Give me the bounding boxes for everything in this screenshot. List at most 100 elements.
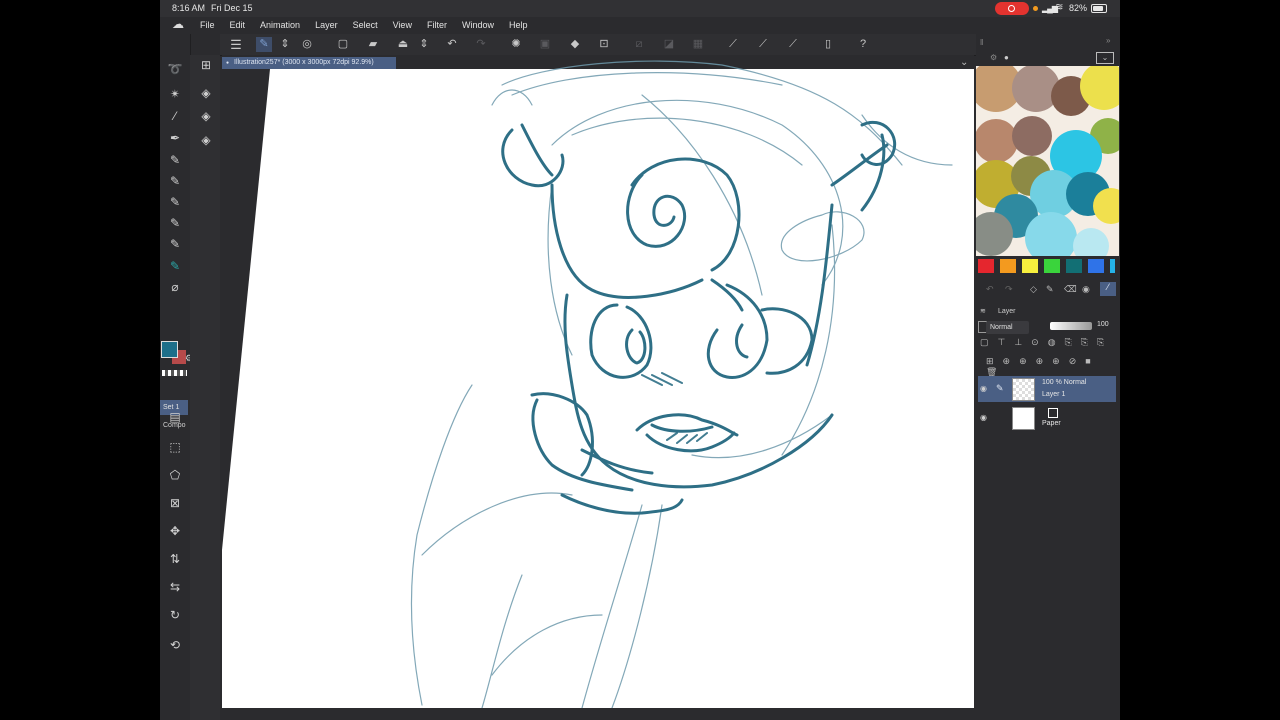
layer-panel-header: ≋ Layer [978,306,1058,318]
sub-tool-list-icon[interactable]: ▤ [166,409,184,425]
fill-bucket-alt-icon[interactable]: ◈ [198,108,214,124]
reset-rotation-icon[interactable]: ⟲ [166,637,184,653]
flip-horizontal-icon[interactable]: ⇆ [166,579,184,595]
opacity-value[interactable]: 100 [1097,321,1109,328]
fill-bucket-icon[interactable]: ◈ [198,85,214,101]
battery-icon [1091,4,1107,13]
blend-mode-select[interactable]: Normal [986,321,1029,334]
lasso-tool-icon[interactable]: ➰ [166,61,184,77]
loading-icon[interactable]: ✺ [508,37,524,52]
eraser-color-icon[interactable]: ⌫ [1064,284,1077,295]
layer-panel-label[interactable]: Layer [998,308,1016,315]
layer-action-icons[interactable]: ⊞⊕⊕⊕⊕⊘■🗑 [986,356,1120,378]
menu-help[interactable]: Help [509,17,528,34]
grid-snap-icon[interactable]: ⟋ [785,37,801,52]
flip-vertical-icon[interactable]: ⇅ [166,551,184,567]
document-tab[interactable]: Illustration257* (3000 x 3000px 72dpi 92… [222,57,396,69]
status-date: Fri Dec 15 [211,3,253,13]
redo-color-icon[interactable]: ↷ [1005,284,1013,295]
stepper-icon[interactable]: ⇕ [277,37,293,52]
ruler-snap-icon[interactable]: ⟋ [725,37,741,52]
brush-tool-icon[interactable]: ✎ [166,173,184,189]
eye-icon[interactable]: ◉ [980,413,987,422]
panel-menu-icon[interactable]: ⌄ [1096,52,1114,64]
invert-selection-icon[interactable]: ◪ [661,37,677,52]
gallery-icon[interactable]: ◎ [299,37,315,52]
undo-color-icon[interactable]: ↶ [986,284,994,295]
menu-animation[interactable]: Animation [260,17,300,34]
eraser-tool-icon[interactable]: ⌀ [166,279,184,295]
chevron-down-icon[interactable]: ⌄ [960,57,968,68]
fill-bucket-close-icon[interactable]: ◈ [198,132,214,148]
eyedropper-tool-icon[interactable]: ⁄ [166,108,184,124]
canvas-area[interactable] [222,55,974,708]
palette-swatch-cyan[interactable] [1110,259,1115,273]
opacity-slider[interactable] [1050,322,1092,330]
pen-lock-icon[interactable]: ✎ [996,383,1004,394]
sub-tool-bar: ⊞ ◈ ◈ ◈ [190,55,220,720]
main-color-swatch[interactable] [161,341,178,358]
pen-tool-icon[interactable]: ✒ [166,130,184,146]
color-mixing-tab-icon[interactable]: ● [1004,53,1009,62]
palette-swatch-blue[interactable] [1088,259,1104,273]
layer-row-layer-1[interactable]: ◉ ✎ 100 % Normal Layer 1 [978,376,1116,402]
layer-row-paper[interactable]: ◉ Paper [978,405,1116,431]
transform-icon[interactable]: ⊡ [596,37,612,52]
brush-color-icon[interactable]: ✎ [1046,284,1054,295]
undo-icon[interactable]: ↶ [444,37,460,52]
palette-swatch-yellow[interactable] [1022,259,1038,273]
color-mixing-canvas[interactable] [976,66,1119,256]
device-icon[interactable]: ▯ [820,37,836,52]
app-logo-icon[interactable]: ☁ [172,18,185,31]
palette-swatch-green[interactable] [1044,259,1060,273]
grid-icon[interactable]: ⊠ [166,495,184,511]
collapse-panel-icon[interactable]: » [1106,36,1110,45]
pencil-tool-icon[interactable]: ✎ [166,152,184,168]
palette-swatch-orange[interactable] [1000,259,1016,273]
menu-select[interactable]: Select [353,17,378,34]
drawing-canvas[interactable] [222,55,974,708]
eye-icon[interactable]: ◉ [980,384,987,393]
move-icon[interactable]: ✥ [166,523,184,539]
fill-color-icon[interactable]: ◇ [1030,284,1037,295]
palette-swatch-red[interactable] [978,259,994,273]
redo-icon[interactable]: ↷ [473,37,489,52]
panel-grip-icon[interactable]: ‖ [980,38,983,47]
save-icon[interactable]: ⏏ [395,37,411,52]
screen-recording-icon[interactable] [995,2,1029,15]
new-canvas-icon[interactable]: ▢ [335,37,351,52]
help-icon[interactable]: ? [855,37,871,52]
palette-swatch-teal[interactable] [1066,259,1082,273]
menu-file[interactable]: File [200,17,215,34]
water-color-icon[interactable]: ◉ [1082,284,1090,295]
menu-window[interactable]: Window [462,17,494,34]
transparent-color-swatch[interactable] [162,370,187,376]
perspective-icon[interactable]: ⬠ [166,467,184,483]
save-options-icon[interactable]: ⇕ [416,37,432,52]
menu-layer[interactable]: Layer [315,17,338,34]
mic-indicator-icon [1033,6,1038,11]
active-pen-tool-icon[interactable]: ✎ [166,258,184,274]
frame-icon[interactable]: ⬚ [166,439,184,455]
special-ruler-snap-icon[interactable]: ⟋ [755,37,771,52]
clear-icon[interactable]: ▣ [537,37,553,52]
open-folder-icon[interactable]: ▰ [365,37,381,52]
crop-icon[interactable]: ▦ [690,37,706,52]
main-menu: File Edit Animation Layer Select View Fi… [200,17,542,34]
tool-property-icon[interactable]: ✎ [256,37,272,52]
menu-edit[interactable]: Edit [230,17,246,34]
panel-toggle-icon[interactable]: ⊞ [198,57,214,73]
airbrush-tool-icon[interactable]: ✎ [166,194,184,210]
fill-icon[interactable]: ◆ [567,37,583,52]
layer-property-icons[interactable]: ▢⊤⊥⊙◍⎘⎘⎘ [980,337,1113,348]
dropper-color-icon[interactable]: ⁄ [1100,282,1116,296]
menu-filter[interactable]: Filter [427,17,447,34]
rotate-icon[interactable]: ↻ [166,607,184,623]
decoration-tool-icon[interactable]: ✎ [166,215,184,231]
hamburger-menu-icon[interactable]: ☰ [228,37,244,52]
blend-tool-icon[interactable]: ✎ [166,236,184,252]
color-wheel-tab-icon[interactable]: ⚙ [990,53,997,62]
deselect-icon[interactable]: ⧄ [631,37,647,52]
magic-wand-tool-icon[interactable]: ✴ [166,86,184,102]
menu-view[interactable]: View [393,17,412,34]
